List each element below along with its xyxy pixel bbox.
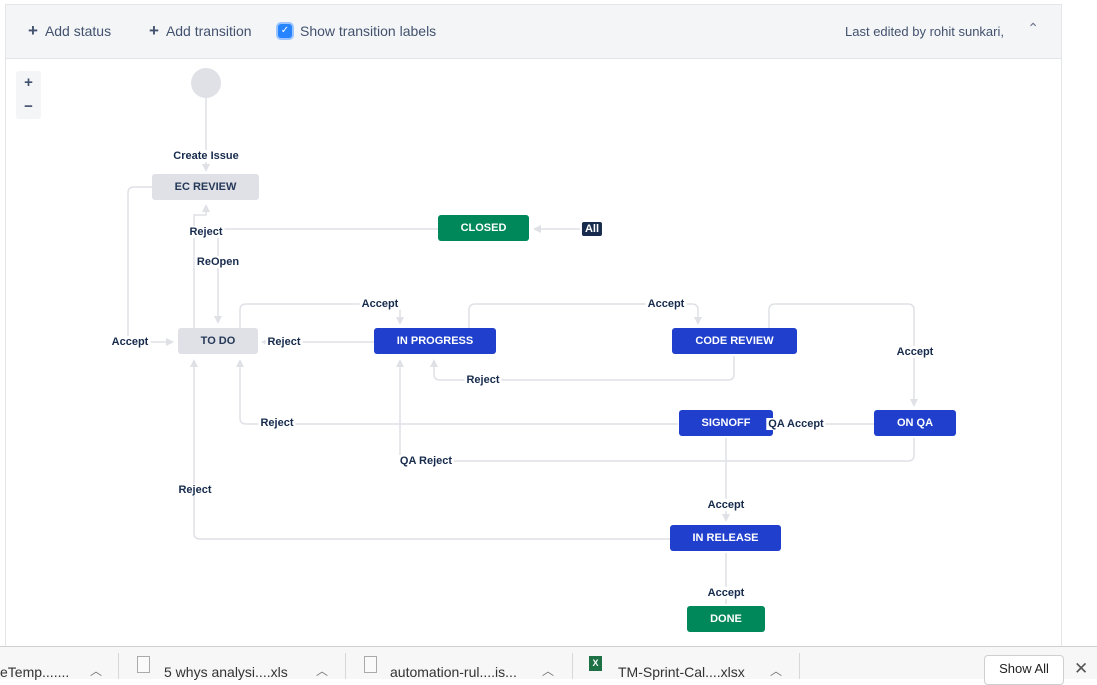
status-done[interactable]: DONE	[687, 606, 765, 632]
transition-reopen[interactable]: ReOpen	[194, 256, 242, 268]
transition-inprog-accept[interactable]: Accept	[645, 298, 687, 310]
show-all-button[interactable]: Show All	[984, 655, 1064, 685]
download-item[interactable]: X TM-Sprint-Cal....xlsx ︿	[573, 647, 799, 680]
divider	[799, 653, 800, 679]
file-icon	[137, 656, 150, 673]
transition-code-accept[interactable]: Accept	[894, 346, 936, 358]
download-bar: eTemp....... ︿ 5 whys analysi....xls ︿ a…	[0, 646, 1097, 685]
workflow-diagram-edges	[127, 98, 918, 604]
status-in-progress[interactable]: IN PROGRESS	[374, 328, 496, 354]
chevron-up-icon[interactable]: ︿	[316, 662, 328, 679]
chevron-up-icon[interactable]: ︿	[542, 662, 554, 679]
excel-icon: X	[589, 656, 602, 671]
status-ec-review[interactable]: EC REVIEW	[152, 174, 259, 200]
status-in-release[interactable]: IN RELEASE	[670, 525, 781, 551]
file-icon	[364, 656, 377, 673]
transition-release-accept[interactable]: Accept	[705, 587, 747, 599]
edge-ec-accept	[127, 186, 174, 346]
start-node	[191, 68, 221, 98]
transition-signoff-accept[interactable]: Accept	[705, 499, 747, 511]
status-on-qa[interactable]: ON QA	[874, 410, 956, 436]
edge-release-reject	[190, 359, 670, 540]
status-code-review[interactable]: CODE REVIEW	[672, 328, 797, 354]
transition-todo-accept[interactable]: Accept	[359, 298, 401, 310]
transition-all-badge[interactable]: All	[581, 222, 603, 236]
transition-signoff-reject[interactable]: Reject	[258, 417, 296, 429]
status-to-do[interactable]: TO DO	[178, 328, 258, 354]
transition-code-reject[interactable]: Reject	[464, 374, 502, 386]
transition-create-issue[interactable]: Create Issue	[171, 150, 241, 162]
chevron-up-icon[interactable]: ︿	[770, 662, 782, 679]
transition-ec-reject[interactable]: Reject	[187, 226, 225, 238]
transition-inprog-reject[interactable]: Reject	[265, 336, 303, 348]
download-item[interactable]: eTemp....... ︿	[0, 647, 118, 680]
status-signoff[interactable]: SIGNOFF	[679, 410, 773, 436]
edge-ec-reject	[193, 208, 438, 328]
chevron-up-icon[interactable]: ︿	[90, 662, 102, 679]
download-item[interactable]: automation-rul....is... ︿	[346, 647, 572, 680]
download-item[interactable]: 5 whys analysi....xls ︿	[119, 647, 345, 680]
close-icon[interactable]: ✕	[1074, 659, 1088, 679]
transition-ec-accept[interactable]: Accept	[109, 336, 151, 348]
transition-release-reject[interactable]: Reject	[176, 484, 214, 496]
transition-qa-accept[interactable]: QA Accept	[766, 418, 826, 430]
status-closed[interactable]: CLOSED	[438, 215, 529, 241]
edge-signoff-reject	[236, 359, 678, 425]
transition-qa-reject[interactable]: QA Reject	[397, 455, 455, 467]
